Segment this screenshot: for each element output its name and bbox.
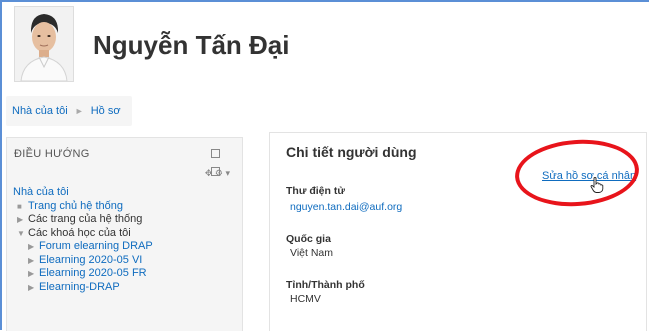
breadcrumb-home-link[interactable]: Nhà của tôi xyxy=(12,105,68,117)
country-value: Việt Nam xyxy=(290,247,333,259)
course-link[interactable]: Elearning-DRAP xyxy=(39,281,120,293)
nav-item-course[interactable]: ▶ Elearning-DRAP xyxy=(13,281,153,295)
country-label: Quốc gia xyxy=(286,233,331,245)
nav-item-site-home[interactable]: ■ Trang chủ hệ thống xyxy=(13,200,153,214)
move-icon[interactable]: ✥ xyxy=(205,168,213,178)
nav-item-my-home[interactable]: Nhà của tôi xyxy=(13,186,153,200)
profile-name: Nguyễn Tấn Đại xyxy=(93,30,290,60)
nav-item-label[interactable]: Các khoá học của tôi xyxy=(28,227,131,239)
user-details-title: Chi tiết người dùng xyxy=(286,144,417,160)
course-link[interactable]: Forum elearning DRAP xyxy=(39,240,153,252)
navigation-block: ĐIỀU HƯỚNG ✥ ⚙ ▾ Nhà của tôi ■ Trang chủ … xyxy=(6,137,243,331)
navigation-tree: Nhà của tôi ■ Trang chủ hệ thống ▶ Các tra… xyxy=(13,186,153,294)
user-avatar[interactable] xyxy=(14,6,74,82)
expand-arrow-icon[interactable]: ▶ xyxy=(28,267,39,281)
email-value[interactable]: nguyen.tan.dai@auf.org xyxy=(290,201,402,213)
gear-icon[interactable]: ⚙ xyxy=(215,168,223,178)
nav-item-label[interactable]: Trang chủ hệ thống xyxy=(28,200,123,212)
block-actions: ✥ ⚙ ▾ xyxy=(205,168,230,179)
expand-arrow-icon[interactable]: ▶ xyxy=(28,281,39,295)
expand-arrow-icon[interactable]: ▶ xyxy=(28,254,39,268)
nav-item-label[interactable]: Nhà của tôi xyxy=(13,186,69,198)
course-link[interactable]: Elearning 2020-05 VI xyxy=(39,254,142,266)
city-label: Tỉnh/Thành phố xyxy=(286,279,365,291)
nav-item-label[interactable]: Các trang của hệ thống xyxy=(28,213,142,225)
collapse-arrow-icon[interactable]: ▼ xyxy=(17,227,28,241)
course-link[interactable]: Elearning 2020-05 FR xyxy=(39,267,147,279)
bullet-icon: ■ xyxy=(17,201,22,211)
breadcrumb-current-link[interactable]: Hồ sơ xyxy=(91,105,121,117)
nav-item-site-pages[interactable]: ▶ Các trang của hệ thống xyxy=(13,213,153,227)
navigation-title: ĐIỀU HƯỚNG xyxy=(14,148,90,160)
nav-item-course[interactable]: ▶ Elearning 2020-05 FR xyxy=(13,267,153,281)
email-label: Thư điện tử xyxy=(286,185,345,197)
breadcrumb: Nhà của tôi ► Hồ sơ xyxy=(6,96,132,126)
dock-block-icon[interactable] xyxy=(210,149,228,176)
breadcrumb-separator-icon: ► xyxy=(74,106,84,116)
expand-arrow-icon[interactable]: ▶ xyxy=(17,213,28,227)
nav-item-my-courses[interactable]: ▼ Các khoá học của tôi xyxy=(13,227,153,241)
chevron-down-icon[interactable]: ▾ xyxy=(225,168,230,178)
expand-arrow-icon[interactable]: ▶ xyxy=(28,240,39,254)
nav-item-course[interactable]: ▶ Forum elearning DRAP xyxy=(13,240,153,254)
nav-item-course[interactable]: ▶ Elearning 2020-05 VI xyxy=(13,254,153,268)
city-value: HCMV xyxy=(290,293,321,305)
avatar-photo xyxy=(15,7,73,81)
window-frame-left xyxy=(0,0,2,330)
window-frame-top xyxy=(0,0,649,2)
